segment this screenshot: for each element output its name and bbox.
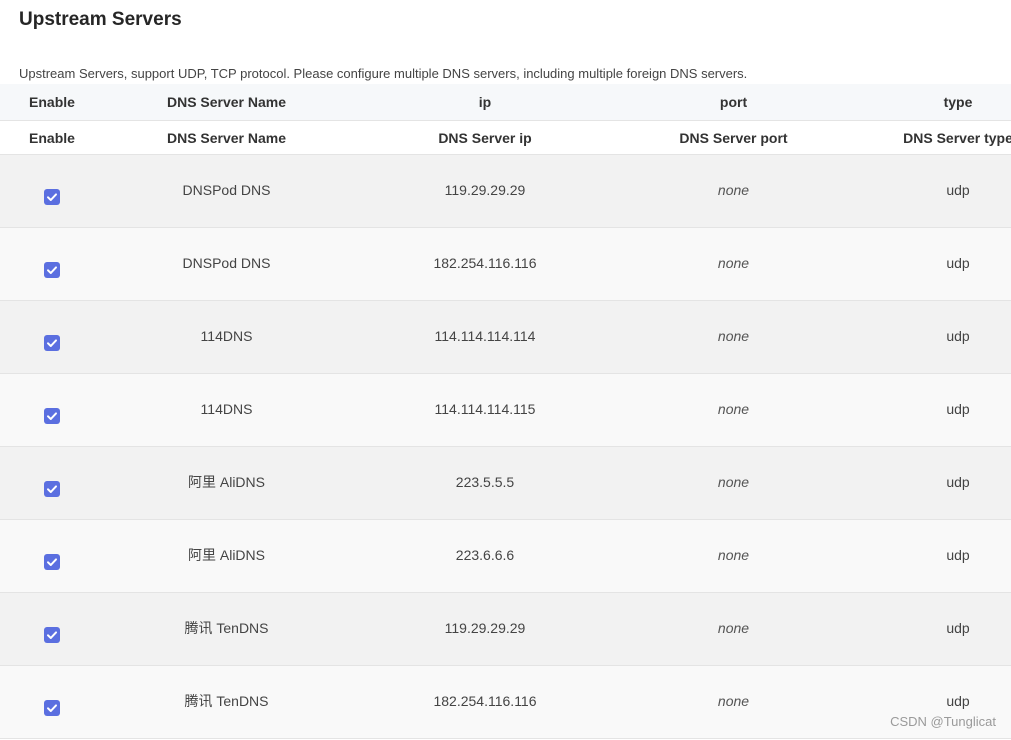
table-row: 腾讯 TenDNS 119.29.29.29 none udp xyxy=(0,593,1011,666)
server-port-cell: none xyxy=(717,182,750,198)
upstream-servers-table: Enable DNS Server Name ip port type Enab… xyxy=(0,84,1011,739)
header-dns-server-name[interactable]: DNS Server Name xyxy=(104,94,349,110)
watermark: CSDN @Tunglicat xyxy=(890,714,996,729)
server-type-cell: udp xyxy=(946,474,970,490)
table-row: 腾讯 TenDNS 182.254.116.116 none udp xyxy=(0,666,1011,739)
server-ip-cell: 114.114.114.115 xyxy=(434,401,536,417)
server-name-cell: 114DNS xyxy=(200,401,253,417)
enable-checkbox[interactable] xyxy=(44,261,60,278)
server-ip-cell: 119.29.29.29 xyxy=(444,620,526,636)
server-type-cell: udp xyxy=(946,401,970,417)
enable-checkbox[interactable] xyxy=(44,699,60,716)
server-port-cell: none xyxy=(717,401,750,417)
table-row: DNSPod DNS 119.29.29.29 none udp xyxy=(0,155,1011,228)
server-type-cell: udp xyxy=(946,328,970,344)
enable-checkbox[interactable] xyxy=(44,407,60,424)
server-type-cell: udp xyxy=(946,182,970,198)
enable-checkbox[interactable] xyxy=(44,626,60,643)
title-dns-server-name: DNS Server Name xyxy=(166,129,287,146)
section-title: Upstream Servers xyxy=(19,9,182,30)
header-type[interactable]: type xyxy=(846,94,1011,110)
server-type-cell: udp xyxy=(946,693,970,709)
server-type-cell: udp xyxy=(946,255,970,271)
server-port-cell: none xyxy=(717,255,750,271)
enable-cell xyxy=(0,546,104,570)
table-row: 114DNS 114.114.114.115 none udp xyxy=(0,374,1011,447)
table-row: 阿里 AliDNS 223.6.6.6 none udp xyxy=(0,520,1011,593)
server-ip-cell: 223.6.6.6 xyxy=(455,547,515,563)
table-row: DNSPod DNS 182.254.116.116 none udp xyxy=(0,228,1011,301)
table-row: 114DNS 114.114.114.114 none udp xyxy=(0,301,1011,374)
server-ip-cell: 119.29.29.29 xyxy=(444,182,526,198)
enable-cell xyxy=(0,181,104,205)
enable-checkbox[interactable] xyxy=(44,480,60,497)
server-name-cell: DNSPod DNS xyxy=(182,255,271,271)
table-row: 阿里 AliDNS 223.5.5.5 none udp xyxy=(0,447,1011,520)
server-name-cell: DNSPod DNS xyxy=(182,182,271,198)
server-port-cell: none xyxy=(717,693,750,709)
server-ip-cell: 182.254.116.116 xyxy=(433,255,537,271)
enable-cell xyxy=(0,400,104,424)
server-type-cell: udp xyxy=(946,620,970,636)
server-name-cell: 腾讯 TenDNS xyxy=(184,620,269,636)
server-type-cell: udp xyxy=(946,547,970,563)
server-port-cell: none xyxy=(717,620,750,636)
title-dns-server-ip: DNS Server ip xyxy=(438,129,532,146)
enable-cell xyxy=(0,327,104,351)
table-body: DNSPod DNS 119.29.29.29 none udp DNSPod DNS 1… xyxy=(0,155,1011,739)
header-enable[interactable]: Enable xyxy=(0,94,104,110)
server-port-cell: none xyxy=(717,547,750,563)
enable-checkbox[interactable] xyxy=(44,188,60,205)
enable-cell xyxy=(0,692,104,716)
server-name-cell: 114DNS xyxy=(200,328,253,344)
enable-cell xyxy=(0,619,104,643)
server-ip-cell: 182.254.116.116 xyxy=(433,693,537,709)
table-titles-row: Enable DNS Server Name DNS Server ip DNS… xyxy=(0,121,1011,155)
header-port[interactable]: port xyxy=(621,94,846,110)
header-ip[interactable]: ip xyxy=(349,94,621,110)
title-dns-server-port: DNS Server port xyxy=(679,129,788,146)
server-port-cell: none xyxy=(717,474,750,490)
enable-cell xyxy=(0,473,104,497)
section-description: Upstream Servers, support UDP, TCP proto… xyxy=(19,66,748,81)
server-port-cell: none xyxy=(717,328,750,344)
enable-checkbox[interactable] xyxy=(44,553,60,570)
server-name-cell: 阿里 AliDNS xyxy=(187,547,265,563)
table-header-row: Enable DNS Server Name ip port type xyxy=(0,84,1011,121)
server-name-cell: 腾讯 TenDNS xyxy=(184,693,269,709)
title-dns-server-type: DNS Server type xyxy=(903,129,1011,146)
title-enable: Enable xyxy=(29,129,75,146)
enable-cell xyxy=(0,254,104,278)
server-ip-cell: 114.114.114.114 xyxy=(434,328,536,344)
server-ip-cell: 223.5.5.5 xyxy=(455,474,515,490)
server-name-cell: 阿里 AliDNS xyxy=(187,474,265,490)
enable-checkbox[interactable] xyxy=(44,334,60,351)
